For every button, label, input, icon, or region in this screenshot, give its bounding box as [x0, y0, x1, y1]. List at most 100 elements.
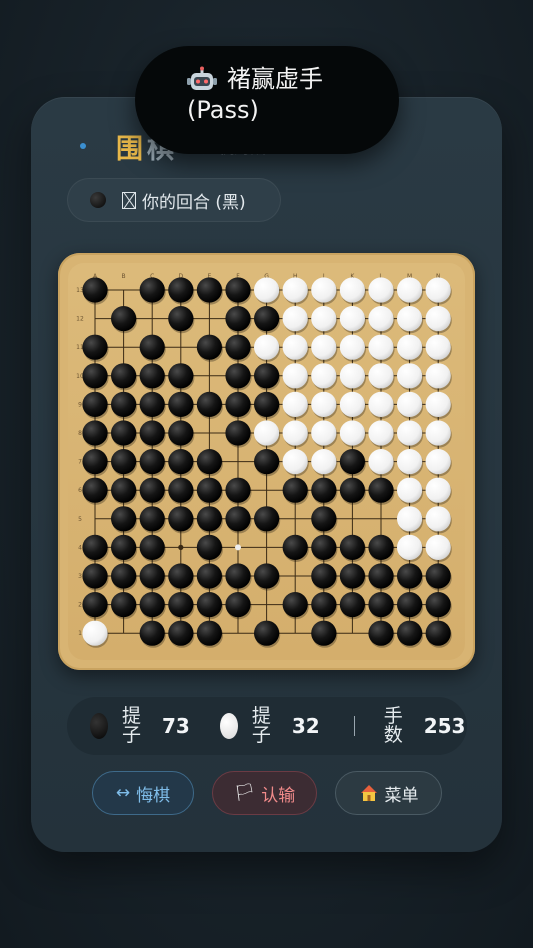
black-stone — [225, 477, 251, 503]
black-stone — [111, 592, 137, 618]
undo-button[interactable]: ↔ 悔棋 — [92, 771, 194, 815]
black-stone — [168, 306, 194, 332]
white-stone — [282, 391, 308, 417]
black-captures-label: 提子 — [122, 705, 142, 746]
black-stone — [282, 534, 308, 560]
black-stone — [311, 477, 337, 503]
white-stone — [339, 306, 365, 332]
black-stone — [168, 563, 194, 589]
black-stone — [311, 506, 337, 532]
white-stone — [425, 334, 451, 360]
white-stone — [311, 449, 337, 475]
black-stone — [254, 620, 280, 646]
white-stone — [254, 334, 280, 360]
black-stone — [225, 363, 251, 389]
black-stone — [196, 506, 222, 532]
black-stone — [254, 391, 280, 417]
row-label: 2 — [78, 602, 82, 609]
white-stone — [254, 277, 280, 303]
resign-button[interactable]: 🏳 认输 — [212, 771, 317, 815]
stats-divider — [353, 716, 355, 736]
black-stone — [368, 592, 394, 618]
black-stone — [168, 420, 194, 446]
black-stone — [82, 449, 108, 475]
black-stone — [111, 534, 137, 560]
menu-label: 菜单 — [384, 785, 419, 806]
black-stone — [111, 306, 137, 332]
white-stone — [339, 391, 365, 417]
black-stone — [425, 563, 451, 589]
white-stone — [425, 534, 451, 560]
white-captures-value: 32 — [291, 714, 320, 738]
black-stone — [196, 563, 222, 589]
white-stone — [311, 420, 337, 446]
white-stone — [425, 391, 451, 417]
row-label: 7 — [78, 459, 82, 466]
white-stone — [425, 420, 451, 446]
black-stone — [139, 506, 165, 532]
black-stone — [168, 391, 194, 417]
black-stone — [82, 363, 108, 389]
black-stone-icon — [90, 713, 108, 739]
black-stone — [196, 334, 222, 360]
hourglass-icon — [122, 191, 136, 209]
black-stone — [397, 563, 423, 589]
row-label: 12 — [76, 316, 84, 323]
black-stone — [82, 277, 108, 303]
black-stone — [139, 592, 165, 618]
white-stone — [397, 391, 423, 417]
black-captures-value: 73 — [162, 714, 190, 738]
black-stone — [82, 391, 108, 417]
black-stone — [82, 563, 108, 589]
title-dot — [80, 143, 86, 149]
white-stone — [368, 449, 394, 475]
white-stone — [397, 306, 423, 332]
black-stone — [196, 391, 222, 417]
black-stone — [168, 620, 194, 646]
white-stone — [397, 506, 423, 532]
white-stone — [254, 420, 280, 446]
black-stone — [111, 506, 137, 532]
home-icon — [360, 785, 377, 801]
moves-label: 手数 — [383, 705, 403, 746]
black-stone — [111, 391, 137, 417]
black-stone — [368, 534, 394, 560]
black-stone — [311, 534, 337, 560]
black-stone — [225, 391, 251, 417]
black-stone — [339, 592, 365, 618]
black-stone — [139, 563, 165, 589]
black-stone — [225, 506, 251, 532]
black-stone — [425, 592, 451, 618]
white-stone — [282, 334, 308, 360]
black-stone — [368, 477, 394, 503]
black-stone — [368, 620, 394, 646]
black-stone — [111, 449, 137, 475]
black-stone — [139, 620, 165, 646]
black-stone — [168, 277, 194, 303]
row-label: 9 — [78, 401, 82, 408]
white-captures-label: 提子 — [251, 705, 271, 746]
black-stone — [282, 477, 308, 503]
white-stone — [282, 306, 308, 332]
title-char-wei: 围 — [116, 133, 143, 165]
black-stone — [196, 477, 222, 503]
board-grid[interactable]: A B C D E F G H J K L M N13121110987654321 — [58, 253, 475, 670]
black-stone — [168, 363, 194, 389]
toast-line2: (Pass) — [187, 96, 259, 124]
ai-pass-toast: 褚赢虚手 (Pass) — [135, 46, 399, 154]
white-stone — [425, 363, 451, 389]
undo-arrow-icon: ↔ — [115, 783, 131, 803]
white-stone — [397, 420, 423, 446]
black-stone — [139, 477, 165, 503]
white-stone-icon — [219, 713, 238, 739]
black-stone — [254, 563, 280, 589]
black-stone — [225, 306, 251, 332]
robot-icon — [187, 66, 217, 90]
black-stone — [139, 277, 165, 303]
black-stone — [196, 277, 222, 303]
black-stone — [111, 563, 137, 589]
menu-button[interactable]: 菜单 — [335, 771, 442, 815]
white-stone — [339, 334, 365, 360]
black-stone — [225, 277, 251, 303]
black-stone — [111, 477, 137, 503]
